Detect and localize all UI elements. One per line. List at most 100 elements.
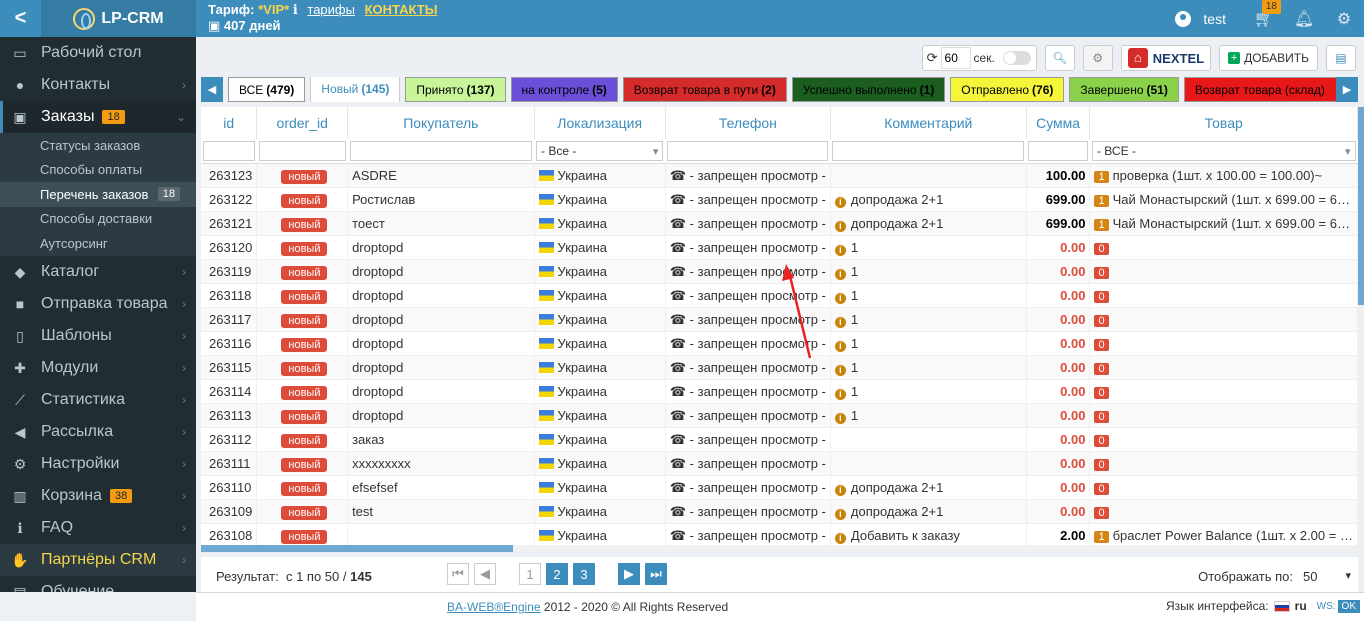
page-1[interactable]: 1 [519, 563, 541, 585]
search-button[interactable]: 🔍︎ [1044, 45, 1075, 71]
contacts-link[interactable]: КОНТАКТЫ [365, 2, 438, 17]
tab-status[interactable]: Возврат товара (склад) [1183, 77, 1339, 102]
tab-status[interactable]: Возврат товара в пути (2) [622, 77, 787, 102]
sidebar-subitem-outsourcing[interactable]: Аутсорсинг [0, 231, 196, 256]
column-header[interactable]: Сумма [1026, 107, 1091, 139]
filter-localization-select[interactable]: - Все - [536, 141, 664, 161]
sidebar-item-catalog[interactable]: ◆ Каталог › [0, 256, 196, 288]
column-header[interactable]: Комментарий [830, 107, 1027, 139]
columns-settings-button[interactable]: ⚙ [1082, 45, 1113, 71]
tab-status[interactable]: Успешно выполнено (1) [791, 77, 946, 102]
brand-link[interactable]: BA-WEB®Engine [447, 600, 541, 614]
user-menu[interactable]: test [1175, 10, 1226, 27]
tabs-scroll-right[interactable]: ▶ [1336, 77, 1358, 102]
table-row[interactable]: 263119 новый droptopd Украина ☎ - запрещен п… [201, 259, 1358, 284]
table-row[interactable]: 263121 новый тоест Украина ☎ - запрещен прос… [201, 211, 1358, 236]
tabs-scroll-left[interactable]: ◀ [201, 77, 223, 102]
first-page-button[interactable]: ⏮ [447, 563, 469, 585]
tab-status[interactable]: Новый (145) [310, 77, 401, 102]
notifications-button[interactable]: 🔔︎ [1291, 0, 1317, 37]
table-row[interactable]: 263113 новый droptopd Украина ☎ - запрещен п… [201, 403, 1358, 428]
tarifs-link[interactable]: тарифы [307, 2, 355, 17]
sidebar-item-statistics[interactable]: ⟋ Статистика › [0, 384, 196, 416]
page-3[interactable]: 3 [573, 563, 595, 585]
order-id: 263113 [209, 408, 252, 423]
refresh-icon[interactable]: ⟳ [927, 50, 938, 66]
table-row[interactable]: 263120 новый droptopd Украина ☎ - запрещен п… [201, 235, 1358, 260]
ukraine-flag-icon [538, 170, 554, 181]
filter-sum-input[interactable] [1028, 141, 1088, 161]
filter-comment-input[interactable] [832, 141, 1025, 161]
sidebar-item-label: Корзина [41, 486, 102, 504]
filter-buyer-input[interactable] [349, 141, 533, 161]
logo[interactable]: LP-CRM [41, 0, 196, 37]
sidebar-subitem-payment[interactable]: Способы оплаты [0, 158, 196, 183]
order-sum: 0.00 [1060, 408, 1086, 423]
tab-status[interactable]: на контроле (5) [510, 77, 618, 102]
column-header[interactable]: Телефон [665, 107, 831, 139]
next-page-button[interactable]: ▶ [618, 563, 640, 585]
refresh-toggle[interactable] [1002, 51, 1031, 65]
sidebar-subitem-delivery[interactable]: Способы доставки [0, 207, 196, 232]
language-value[interactable]: ru [1295, 599, 1307, 613]
tab-status[interactable]: Принято (137) [405, 77, 506, 102]
filter-id-input[interactable] [203, 141, 255, 161]
column-header[interactable]: Товар [1089, 107, 1358, 139]
per-page-select[interactable]: 50 [1303, 569, 1353, 584]
prev-page-button[interactable]: ◀ [474, 563, 496, 585]
table-row[interactable]: 263122 новый Ростислав Украина ☎ - запрещен … [201, 187, 1358, 212]
sidebar-item-modules[interactable]: ✚ Модули › [0, 352, 196, 384]
tab-status[interactable]: ВСЕ (479) [228, 77, 306, 102]
column-header[interactable]: Покупатель [347, 107, 535, 139]
cart-button[interactable]: 🛒︎ 18 [1251, 0, 1281, 37]
sidebar-item-learning[interactable]: ▤ Обучение [0, 576, 196, 593]
table-row[interactable]: 263114 новый droptopd Украина ☎ - запрещен п… [201, 379, 1358, 404]
sidebar-item-templates[interactable]: ▯ Шаблоны › [0, 320, 196, 352]
sidebar-toggle-button[interactable]: < [0, 0, 41, 37]
settings-button[interactable]: ⚙ [1331, 0, 1357, 37]
last-page-button[interactable]: ⏭ [645, 563, 667, 585]
table-row[interactable]: 263112 новый заказ Украина ☎ - запрещен прос… [201, 427, 1358, 452]
scrollbar-thumb[interactable] [1358, 107, 1364, 305]
sidebar-item-trash[interactable]: ▥ Корзина 38 › [0, 480, 196, 512]
table-row[interactable]: 263108 новый Украина ☎ - запрещен просмотр … [201, 523, 1358, 548]
filter-product-select[interactable]: - ВСЕ - [1091, 141, 1356, 161]
table-row[interactable]: 263117 новый droptopd Украина ☎ - запрещен п… [201, 307, 1358, 332]
sidebar-subitem-statuses[interactable]: Статусы заказов [0, 133, 196, 158]
sidebar-item-shipping[interactable]: ■ Отправка товара › [0, 288, 196, 320]
sidebar-item-dashboard[interactable]: ▭ Рабочий стол [0, 37, 196, 69]
ukraine-flag-icon [538, 530, 554, 541]
table-row[interactable]: 263111 новый xxxxxxxxx Украина ☎ - запрещен … [201, 451, 1358, 476]
refresh-interval-input[interactable] [940, 47, 971, 69]
filter-order-id-input[interactable] [258, 141, 346, 161]
table-row[interactable]: 263118 новый droptopd Украина ☎ - запрещен п… [201, 283, 1358, 308]
table-row[interactable]: 263123 новый ASDRE Украина ☎ - запрещен прос… [201, 163, 1358, 188]
nextel-button[interactable]: ⌂ NEXTEL [1120, 45, 1212, 71]
sidebar-subitem-order-list[interactable]: Перечень заказов 18 [0, 182, 196, 207]
column-header[interactable]: id [201, 107, 258, 139]
phone-icon: ☎ [669, 527, 687, 543]
add-order-button[interactable]: + ДОБАВИТЬ [1219, 45, 1318, 71]
sidebar-item-settings[interactable]: ⚙ Настройки › [0, 448, 196, 480]
filter-phone-input[interactable] [667, 141, 829, 161]
horizontal-scrollbar[interactable] [201, 545, 1358, 552]
tab-status[interactable]: Отправлено (76) [950, 77, 1065, 102]
column-header[interactable]: Локализация [534, 107, 666, 139]
page-2[interactable]: 2 [546, 563, 568, 585]
table-row[interactable]: 263110 новый efsefsef Украина ☎ - запрещен п… [201, 475, 1358, 500]
table-row[interactable]: 263115 новый droptopd Украина ☎ - запрещен п… [201, 355, 1358, 380]
column-header[interactable]: order_id [256, 107, 349, 139]
sidebar-item-orders[interactable]: ▣ Заказы 18 ⌄ [0, 101, 196, 133]
sidebar-item-partners[interactable]: ✋ Партнёры CRM › [0, 543, 196, 576]
table-row[interactable]: 263109 новый test Украина ☎ - запрещен просм… [201, 499, 1358, 524]
info-icon[interactable]: ℹ [293, 2, 298, 17]
russia-flag-icon[interactable] [1273, 600, 1290, 612]
table-row[interactable]: 263116 новый droptopd Украина ☎ - запрещен п… [201, 331, 1358, 356]
tab-status[interactable]: Завершено (51) [1069, 77, 1179, 102]
scrollbar-thumb[interactable] [201, 545, 513, 552]
vertical-scrollbar[interactable] [1358, 107, 1364, 552]
sidebar-item-faq[interactable]: ℹ FAQ › [0, 512, 196, 544]
sidebar-item-contacts[interactable]: ● Контакты › [0, 69, 196, 101]
sidebar-item-mailing[interactable]: ◀ Рассылка › [0, 416, 196, 448]
export-button[interactable]: ▤ [1326, 45, 1356, 71]
